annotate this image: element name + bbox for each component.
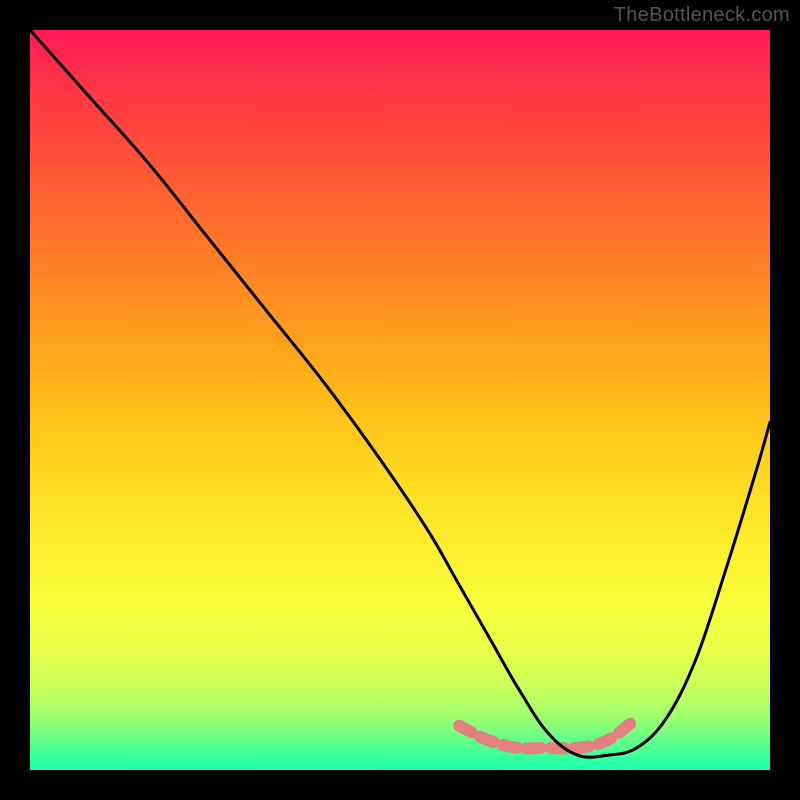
chart-svg — [30, 30, 770, 770]
bottleneck-curve-path — [30, 30, 770, 757]
chart-plot-area — [30, 30, 770, 770]
watermark-text: TheBottleneck.com — [614, 4, 790, 27]
